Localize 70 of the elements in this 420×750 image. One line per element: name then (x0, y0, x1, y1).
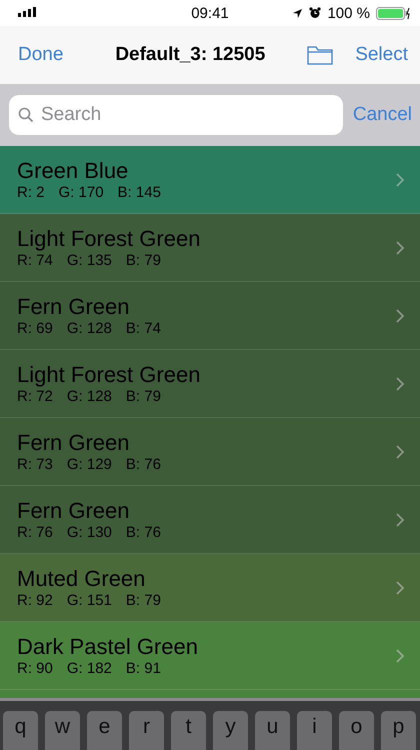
keyboard-key[interactable]: w (45, 711, 80, 750)
search-field[interactable]: Search (9, 95, 343, 135)
color-name: Dark Pastel Green (17, 634, 199, 660)
keyboard-key[interactable]: p (381, 711, 416, 750)
channel-value: B: 79 (126, 388, 161, 406)
cancel-button[interactable]: Cancel (342, 104, 412, 126)
battery-percent: 100 % (327, 4, 370, 22)
color-row[interactable]: Fern Green R: 69 G: 128 B: 74 (0, 282, 420, 350)
color-row[interactable]: Light Forest Green R: 74 G: 135 B: 79 (0, 214, 420, 282)
chevron-icon (396, 444, 404, 458)
color-name: Fern Green (17, 294, 130, 320)
channel-value: R: 90 (17, 660, 53, 678)
done-button[interactable]: Done (18, 44, 64, 66)
channel-value: G: 128 (66, 388, 112, 406)
chevron-icon (396, 648, 404, 662)
chevron-icon (396, 240, 404, 254)
channel-value: R: 92 (17, 592, 53, 610)
channel-value: B: 145 (118, 184, 161, 202)
channel-value: G: 135 (66, 252, 112, 270)
channel-value: G: 182 (66, 660, 112, 678)
channel-value: R: 76 (17, 524, 53, 542)
channel-value: R: 2 (17, 184, 45, 202)
nav-title: Default_3: 12505 (114, 44, 266, 66)
keyboard-key[interactable]: y (213, 711, 248, 750)
channel-value: G: 170 (58, 184, 104, 202)
keyboard-key[interactable]: u (255, 711, 290, 750)
battery-icon (376, 6, 410, 20)
folder-icon[interactable] (307, 45, 334, 65)
channel-value: B: 74 (126, 320, 161, 338)
channel-value: R: 72 (17, 388, 53, 406)
chevron-icon (396, 376, 404, 390)
chevron-icon (396, 512, 404, 526)
color-row[interactable]: Muted Green R: 92 G: 151 B: 79 (0, 554, 420, 622)
chevron-icon (396, 308, 404, 322)
keyboard-key[interactable]: r (129, 711, 164, 750)
channel-value: B: 76 (126, 456, 161, 474)
color-name: Muted Green (17, 566, 146, 592)
keyboard-key[interactable]: e (87, 711, 122, 750)
keyboard-key[interactable]: o (339, 711, 374, 750)
chevron-icon (396, 172, 404, 186)
channel-value: R: 73 (17, 456, 53, 474)
channel-value: R: 69 (17, 320, 53, 338)
color-row[interactable]: Fern Green R: 73 G: 129 B: 76 (0, 418, 420, 486)
alarm-clock-icon (309, 7, 322, 19)
channel-value: B: 76 (126, 524, 161, 542)
color-name: Green Blue (17, 158, 130, 184)
chevron-icon (396, 580, 404, 594)
channel-value: G: 151 (66, 592, 112, 610)
color-row[interactable]: Light Forest Green R: 72 G: 128 B: 79 (0, 350, 420, 418)
color-row[interactable]: Dark Pastel Green R: 90 G: 182 B: 91 (0, 622, 420, 690)
channel-value: B: 79 (126, 592, 161, 610)
color-row[interactable]: Fern Green R: 76 G: 130 B: 76 (0, 486, 420, 554)
color-row[interactable]: Green Blue R: 2 G: 170 B: 145 (0, 146, 420, 214)
location-icon (292, 8, 304, 18)
channel-value: G: 128 (66, 320, 112, 338)
color-name: Light Forest Green (17, 362, 202, 388)
keyboard-key[interactable]: i (297, 711, 332, 750)
channel-value: B: 91 (126, 660, 161, 678)
color-name: Fern Green (17, 430, 130, 456)
channel-value: R: 74 (17, 252, 53, 270)
channel-value: B: 79 (126, 252, 161, 270)
color-name: Light Forest Green (17, 226, 202, 252)
color-name: Fern Green (17, 498, 130, 524)
status-time: 09:41 (190, 4, 230, 22)
channel-value: G: 129 (66, 456, 112, 474)
select-button[interactable]: Select (355, 44, 408, 66)
keyboard-key[interactable]: q (3, 711, 38, 750)
channel-value: G: 130 (66, 524, 112, 542)
signal-icon (18, 7, 36, 17)
keyboard-key[interactable]: t (171, 711, 206, 750)
